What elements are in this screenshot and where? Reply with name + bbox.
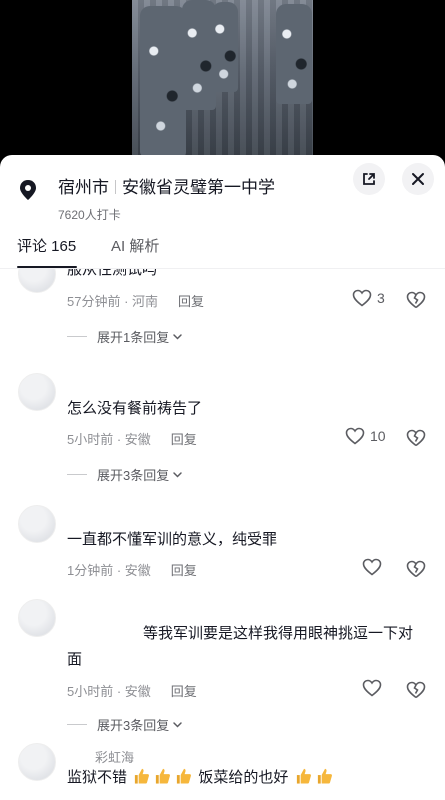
chevron-down-icon	[173, 472, 182, 478]
tab-comments[interactable]: 评论 165	[17, 235, 76, 256]
expand-replies[interactable]: 展开3条回复	[67, 715, 183, 734]
video-figure	[276, 4, 312, 104]
expand-line	[67, 724, 87, 725]
avatar[interactable]	[18, 269, 56, 293]
comment-text-part: 饭菜给的也好	[198, 769, 289, 786]
comment-text: 服从性测试吗	[67, 269, 158, 278]
heart-icon	[362, 558, 382, 576]
close-icon	[412, 173, 424, 185]
checkin-count: 7620人打卡	[58, 208, 121, 222]
expand-replies[interactable]: 展开1条回复	[67, 327, 183, 346]
video-figure	[212, 2, 238, 92]
comment-text: 怎么没有餐前祷告了	[67, 400, 203, 417]
like-count: 3	[377, 290, 385, 306]
reply-button[interactable]: 回复	[171, 432, 197, 447]
comment-item: 等我军训要是这样我得用眼神挑逗一下对面 5小时前 · 安徽 回复 展开3条回复	[0, 599, 445, 733]
like-button[interactable]	[362, 679, 382, 697]
video-frame[interactable]	[132, 0, 313, 160]
tab-active-indicator	[17, 266, 77, 268]
comment-text-part: 监狱不错	[67, 769, 128, 786]
thumbs-up-icon	[317, 768, 332, 784]
comment-username[interactable]: 彩虹海	[95, 747, 134, 766]
comment-meta: 1分钟前 · 安徽 回复	[67, 560, 197, 579]
video-background[interactable]	[0, 0, 445, 160]
broken-heart-icon[interactable]	[406, 291, 426, 309]
thumbs-up-icon	[135, 768, 150, 784]
broken-heart-icon[interactable]	[406, 429, 426, 447]
comment-text: 一直都不懂军训的意义，纯受罪	[67, 531, 278, 548]
location-title: 宿州市 安徽省灵璧第一中学	[58, 173, 275, 198]
comment-text: 等我军训要是这样我得用眼神挑逗一下对面	[67, 625, 414, 668]
expand-replies-label: 展开1条回复	[97, 330, 170, 345]
location-city: 宿州市	[58, 178, 109, 197]
heart-icon	[362, 679, 382, 697]
expand-line	[67, 474, 87, 475]
thumbs-up-icon	[296, 768, 311, 784]
avatar[interactable]	[18, 743, 56, 781]
chevron-down-icon	[173, 334, 182, 340]
expand-replies[interactable]: 展开3条回复	[67, 465, 183, 484]
comment-time: 5小时前 · 安徽	[67, 684, 151, 699]
avatar[interactable]	[18, 599, 56, 637]
comment-item: 服从性测试吗 57分钟前 · 河南 回复 3 展开1条回复	[0, 269, 445, 365]
comment-item: 怎么没有餐前祷告了 5小时前 · 安徽 回复 10 展开3条回复	[0, 373, 445, 488]
heart-icon	[345, 427, 365, 445]
expand-icon	[363, 173, 375, 185]
like-button[interactable]: 10	[345, 427, 386, 445]
chevron-down-icon	[173, 722, 182, 728]
like-button[interactable]	[362, 558, 382, 576]
expand-replies-label: 展开3条回复	[97, 468, 170, 483]
broken-heart-icon[interactable]	[406, 681, 426, 699]
comment-time: 57分钟前 · 河南	[67, 294, 159, 309]
comment-text: 监狱不错 饭菜给的也好	[67, 765, 427, 791]
location-school: 安徽省灵璧第一中学	[122, 178, 275, 197]
comment-time: 5小时前 · 安徽	[67, 432, 151, 447]
reply-button[interactable]: 回复	[171, 684, 197, 699]
comment-list[interactable]: 服从性测试吗 57分钟前 · 河南 回复 3 展开1条回复 怎么没有餐前祷告了 5…	[0, 269, 445, 800]
like-count: 10	[370, 428, 386, 444]
expand-replies-label: 展开3条回复	[97, 718, 170, 733]
comment-time: 1分钟前 · 安徽	[67, 563, 151, 578]
broken-heart-icon[interactable]	[406, 560, 426, 578]
avatar[interactable]	[18, 505, 56, 543]
like-button[interactable]: 3	[352, 289, 385, 307]
tab-bar: 评论 165 AI 解析	[0, 229, 445, 269]
video-figure	[182, 0, 216, 110]
avatar[interactable]	[18, 373, 56, 411]
thumbs-up-icon	[177, 768, 192, 784]
title-divider	[115, 180, 116, 194]
expand-button[interactable]	[353, 163, 385, 195]
comment-meta: 5小时前 · 安徽 回复	[67, 681, 197, 700]
reply-button[interactable]: 回复	[178, 294, 204, 309]
comment-meta: 5小时前 · 安徽 回复	[67, 429, 197, 448]
comment-sheet: 宿州市 安徽省灵璧第一中学 7620人打卡 评论 165 AI 解析 服从性测试吗…	[0, 155, 445, 800]
heart-icon	[352, 289, 372, 307]
comment-item: 彩虹海 监狱不错 饭菜给的也好	[0, 743, 445, 800]
expand-line	[67, 336, 87, 337]
close-button[interactable]	[402, 163, 434, 195]
comment-item: 一直都不懂军训的意义，纯受罪 1分钟前 · 安徽 回复	[0, 505, 445, 585]
thumbs-up-icon	[156, 768, 171, 784]
video-figure	[140, 6, 186, 156]
tab-ai-analysis[interactable]: AI 解析	[111, 235, 159, 256]
comment-meta: 57分钟前 · 河南 回复	[67, 291, 204, 310]
location-header[interactable]: 宿州市 安徽省灵璧第一中学 7620人打卡	[18, 169, 348, 222]
location-pin-icon	[20, 180, 36, 200]
reply-button[interactable]: 回复	[171, 563, 197, 578]
